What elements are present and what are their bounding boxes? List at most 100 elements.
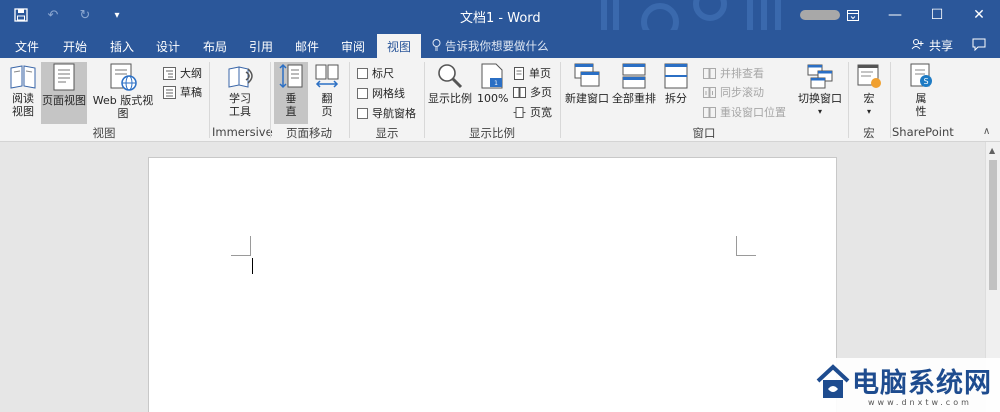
print-layout-button[interactable]: 页面视图	[41, 62, 87, 124]
new-window-button[interactable]: 新建窗口	[564, 62, 610, 122]
customize-qat-icon[interactable]: ▾	[108, 6, 126, 24]
tab-view[interactable]: 视图	[377, 34, 421, 58]
collapse-ribbon-icon[interactable]: ∧	[983, 126, 990, 137]
nav-pane-checkbox[interactable]: 导航窗格	[357, 105, 416, 121]
web-layout-icon	[110, 63, 137, 91]
switch-windows-button[interactable]: 切换窗口 ▾	[796, 62, 844, 124]
new-window-label: 新建窗口	[565, 92, 609, 105]
arrange-all-label: 全部重排	[612, 92, 656, 105]
side-to-side-button[interactable]: 翻 页	[311, 62, 343, 122]
learning-tools-label-2: 工具	[229, 105, 251, 118]
read-mode-icon	[10, 65, 36, 89]
switch-windows-label: 切换窗口	[798, 92, 842, 105]
tab-layout[interactable]: 布局	[202, 34, 228, 58]
macros-dropdown-icon: ▾	[866, 107, 871, 116]
properties-icon: S	[910, 63, 932, 87]
tab-file[interactable]: 文件	[14, 34, 40, 58]
side-by-side-icon	[703, 67, 716, 79]
quick-access-toolbar: ↶ ↻ ▾	[12, 6, 126, 24]
side-to-side-label-2: 页	[321, 105, 333, 118]
split-button[interactable]: 拆分	[660, 62, 692, 122]
vertical-button[interactable]: 垂 直	[274, 62, 308, 124]
close-icon[interactable]: ✕	[958, 0, 1000, 30]
gridlines-check-box[interactable]	[357, 87, 368, 99]
share-button[interactable]: 共享	[911, 37, 953, 54]
group-separator	[848, 62, 849, 138]
reset-window-position-button[interactable]: 重设窗口位置	[703, 104, 786, 120]
draft-button[interactable]: 草稿	[163, 84, 202, 100]
comments-icon[interactable]	[972, 38, 986, 54]
document-page[interactable]	[148, 157, 837, 412]
reset-window-label: 重设窗口位置	[720, 106, 786, 119]
sync-scroll-icon	[703, 86, 716, 98]
zoom-group-label: 显示比例	[469, 126, 515, 140]
lightbulb-icon	[432, 38, 441, 54]
tab-references[interactable]: 引用	[248, 34, 274, 58]
multiple-pages-button[interactable]: 多页	[513, 84, 552, 100]
undo-icon[interactable]: ↶	[44, 6, 62, 24]
sharepoint-group-label: SharePoint	[892, 125, 954, 139]
window-controls: — ☐ ✕	[832, 0, 1000, 30]
read-mode-button[interactable]: 阅读 视图	[6, 62, 40, 122]
learning-tools-button[interactable]: 学习 工具	[222, 62, 258, 122]
share-label: 共享	[929, 39, 954, 53]
view-side-by-side-button[interactable]: 并排查看	[703, 65, 764, 81]
macros-icon	[857, 64, 881, 88]
ruler-check-box[interactable]	[357, 67, 368, 79]
tab-mailings[interactable]: 邮件	[294, 34, 320, 58]
one-page-icon	[514, 66, 524, 80]
crop-mark	[736, 255, 756, 256]
scroll-thumb[interactable]	[989, 160, 997, 290]
immersive-group-label: Immersive	[212, 125, 273, 139]
side-by-side-label: 并排查看	[720, 67, 764, 80]
tab-insert[interactable]: 插入	[109, 34, 135, 58]
macros-group-label: 宏	[863, 126, 875, 140]
nav-pane-check-box[interactable]	[357, 107, 368, 119]
nav-pane-label: 导航窗格	[372, 107, 416, 120]
restore-icon[interactable]: ☐	[916, 0, 958, 30]
tab-review[interactable]: 审阅	[340, 34, 366, 58]
magnifier-icon	[438, 64, 463, 89]
zoom-100-button[interactable]: 1 100%	[477, 62, 509, 122]
one-page-label: 单页	[529, 67, 551, 80]
scroll-up-icon[interactable]: ▲	[989, 146, 995, 155]
crop-mark	[736, 236, 737, 256]
ruler-checkbox[interactable]: 标尺	[357, 65, 394, 81]
zoom-100-label: 100%	[477, 92, 509, 105]
views-group-label: 视图	[92, 126, 116, 140]
one-page-button[interactable]: 单页	[513, 65, 551, 81]
group-separator	[890, 62, 891, 138]
web-layout-label: Web 版式视图	[92, 94, 154, 120]
arrange-all-button[interactable]: 全部重排	[612, 62, 656, 122]
print-layout-icon	[53, 63, 75, 91]
vertical-scroll-icon	[279, 63, 303, 89]
group-separator	[560, 62, 561, 138]
switch-windows-icon	[807, 64, 833, 89]
switch-windows-dropdown-icon: ▾	[817, 107, 822, 116]
group-separator	[270, 62, 271, 138]
gridlines-checkbox[interactable]: 网格线	[357, 85, 405, 101]
tell-me-search[interactable]: 告诉我你想要做什么	[432, 38, 549, 54]
watermark: 电脑系统网 www.dnxtw.com	[808, 358, 1000, 412]
minimize-icon[interactable]: —	[874, 0, 916, 30]
zoom-button[interactable]: 显示比例	[428, 62, 472, 122]
ribbon-display-icon[interactable]	[832, 0, 874, 30]
svg-text:S: S	[923, 77, 928, 86]
gridlines-label: 网格线	[372, 87, 405, 100]
zoom-label: 显示比例	[428, 92, 472, 105]
redo-icon[interactable]: ↻	[76, 6, 94, 24]
save-icon[interactable]	[12, 6, 30, 24]
tab-home[interactable]: 开始	[62, 34, 88, 58]
crop-mark	[250, 236, 251, 256]
macros-button[interactable]: 宏 ▾	[853, 62, 885, 124]
vertical-label-1: 垂	[285, 92, 297, 105]
page-width-button[interactable]: 页宽	[513, 104, 552, 120]
web-layout-button[interactable]: Web 版式视图	[88, 62, 158, 122]
outline-icon	[163, 66, 176, 80]
watermark-url: www.dnxtw.com	[868, 398, 972, 407]
outline-button[interactable]: 大纲	[163, 65, 202, 81]
sync-scroll-button[interactable]: 同步滚动	[703, 84, 764, 100]
properties-button[interactable]: S 属 性	[905, 62, 937, 124]
tab-design[interactable]: 设计	[155, 34, 181, 58]
watermark-text: 电脑系统网	[852, 368, 992, 399]
